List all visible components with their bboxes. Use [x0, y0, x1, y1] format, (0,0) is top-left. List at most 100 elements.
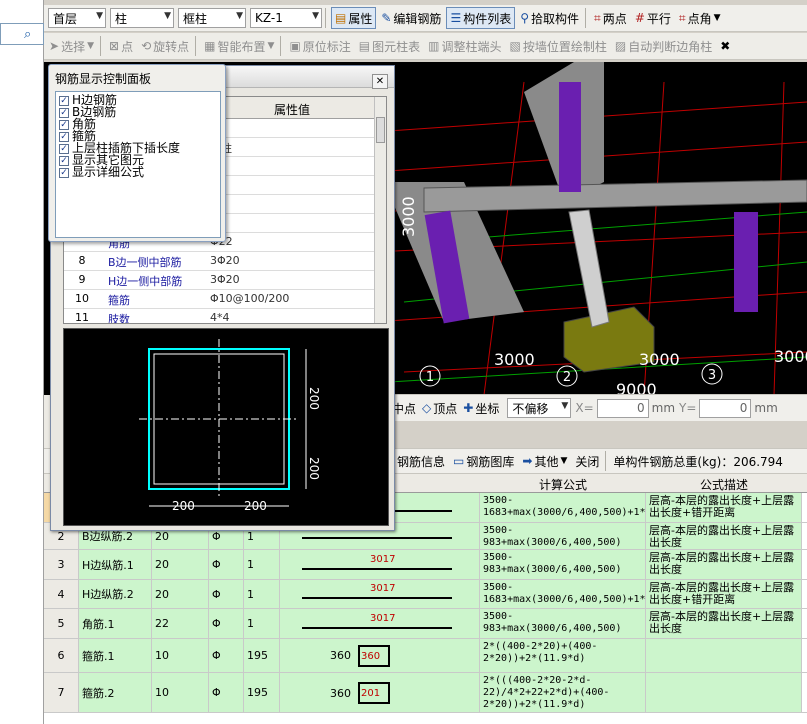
chevron-down-icon: ▼ [560, 456, 568, 466]
rebar-shape-length: 3017 [370, 613, 396, 624]
dim-label: 3000 [494, 350, 535, 369]
property-table-scrollbar[interactable] [374, 97, 386, 323]
close-icon: ✖ [720, 39, 731, 53]
offset-select[interactable]: 不偏移 ▼ [507, 398, 572, 418]
y-input[interactable]: 0 [699, 398, 752, 418]
adjust-column-end-button[interactable]: ▥ 调整柱端头 [425, 35, 504, 57]
midpoint-snap[interactable]: 中点 [392, 400, 416, 417]
option-detailed-formula[interactable]: ✓ 显示详细公式 [59, 165, 145, 179]
rebar-shape: 3017 [280, 609, 480, 638]
table-row[interactable]: 7 箍筋.2 10 Φ 195 360 201 2*(((400-2*20-2*… [44, 673, 807, 713]
element-select-value: KZ-1 [255, 11, 283, 25]
checkbox[interactable]: ✓ [59, 107, 69, 118]
table-row[interactable]: 9 H边一侧中部筋 3Φ20 [64, 271, 376, 290]
property-value: 3Φ20 [210, 273, 240, 286]
table-row[interactable]: 6 箍筋.1 10 Φ 195 360 360 2*((400-2*20)+(4… [44, 639, 807, 673]
close-toolbar-button[interactable]: ✖ [717, 35, 733, 57]
x-label: X= [575, 401, 594, 415]
vertex-snap[interactable]: 顶点 [433, 400, 457, 417]
checkbox[interactable]: ✓ [59, 143, 69, 154]
coordinate-snap[interactable]: 坐标 [475, 400, 499, 417]
rebar-shape-length: 360 [330, 687, 351, 700]
rebar-library-button[interactable]: ▭ 钢筋图库 [450, 450, 517, 472]
column-table-label: 图元柱表 [372, 39, 421, 54]
checkbox[interactable]: ✓ [59, 155, 69, 166]
floor-select[interactable]: 首层 ▼ [48, 8, 106, 28]
rebar-shape: 3017 [280, 580, 480, 608]
point-angle-button[interactable]: ⌗ 点角 ▼ [676, 7, 724, 29]
element-select[interactable]: KZ-1 ▼ [250, 8, 322, 28]
close-icon[interactable]: ✕ [372, 74, 388, 89]
row-number: 5 [44, 609, 79, 638]
table-row[interactable]: 11 肢数 4*4 [64, 309, 376, 323]
table-row[interactable]: 5 角筋.1 22 Φ 1 3017 3500-983+max(3000/6,4… [44, 609, 807, 639]
floor-select-value: 首层 [53, 11, 78, 26]
draw-by-wall-button[interactable]: ▧ 按墙位置绘制柱 [507, 35, 610, 57]
subtype-select[interactable]: 框柱 ▼ [178, 8, 246, 28]
rebar-shape-length: 3017 [370, 583, 396, 594]
category-select[interactable]: 柱 ▼ [110, 8, 174, 28]
property-value-header: 属性值 [274, 103, 311, 117]
left-panel-strip: ⌕ [0, 0, 44, 724]
option-label: 显示详细公式 [72, 165, 145, 179]
column-table-button[interactable]: ▤ 图元柱表 [356, 35, 423, 57]
toolbar-divider [325, 8, 326, 28]
table-row[interactable]: 3 H边纵筋.1 20 Φ 1 3017 3500-983+max(3000/6… [44, 550, 807, 580]
adjust-column-end-label: 调整柱端头 [441, 39, 502, 54]
checkbox[interactable]: ✓ [59, 167, 69, 178]
component-list-icon: ☰ [450, 11, 462, 25]
other-button[interactable]: ➡ 其他 ▼ [519, 450, 570, 472]
parallel-button[interactable]: # 平行 [632, 7, 674, 29]
component-list-button[interactable]: ☰ 构件列表 [446, 7, 516, 29]
dim-label: 3000 [399, 196, 418, 237]
rotate-icon: ⟲ [141, 39, 152, 53]
y-label: Y= [679, 401, 697, 415]
auto-corner-button[interactable]: ▨ 自动判断边角柱 [612, 35, 715, 57]
table-row[interactable]: 4 H边纵筋.2 20 Φ 1 3017 3500-1683+max(3000/… [44, 580, 807, 609]
rebar-description: 层高-本层的露出长度+上层露出长度+错开距离 [646, 580, 802, 608]
other-label: 其他 [534, 454, 559, 469]
rebar-name: 箍筋.1 [79, 639, 152, 672]
checkbox[interactable]: ✓ [59, 95, 69, 106]
rebar-diameter: 20 [152, 550, 209, 579]
row-number: 6 [44, 639, 79, 672]
dim-label: 200 [172, 499, 195, 513]
rebar-description: 层高-本层的露出长度+上层露出长度+错开距离 [646, 493, 802, 522]
checkbox[interactable]: ✓ [59, 131, 69, 142]
beam [423, 179, 807, 213]
stirrup-dim: 360 [361, 651, 381, 662]
x-input[interactable]: 0 [596, 398, 649, 418]
pick-component-button[interactable]: ⚲ 拾取构件 [517, 7, 582, 29]
dim-label: 200 [244, 499, 267, 513]
select-button[interactable]: ➤ 选择 ▼ [46, 35, 97, 57]
checkbox[interactable]: ✓ [59, 119, 69, 130]
inplace-annotate-button[interactable]: ▣ 原位标注 [286, 35, 353, 57]
table-row[interactable]: 10 箍筋 Φ10@100/200 [64, 290, 376, 309]
left-search-input[interactable] [0, 23, 44, 45]
two-point-button[interactable]: ⌗ 两点 [591, 7, 630, 29]
edit-rebar-button[interactable]: ✎ 编辑钢筋 [378, 7, 444, 29]
scrollbar-thumb[interactable] [376, 117, 385, 143]
rebar-type: 195 [244, 639, 280, 672]
rebar-info-button[interactable]: 钢筋信息 [394, 450, 448, 472]
corner-icon: ▨ [614, 39, 627, 53]
search-icon[interactable]: ⌕ [24, 27, 31, 42]
annotate-icon: ▣ [289, 39, 301, 53]
rebar-formula: 3500-983+max(3000/6,400,500) [480, 609, 646, 638]
rebar-info-label: 钢筋信息 [397, 454, 446, 469]
properties-button[interactable]: ▤ 属性 [331, 7, 377, 29]
column-right [734, 212, 758, 312]
smart-layout-button[interactable]: ▦ 智能布置 ▼ [201, 35, 277, 57]
rebar-name: 箍筋.2 [79, 673, 152, 712]
rebar-diameter: 22 [152, 609, 209, 638]
close-grid-button[interactable]: 关闭 [572, 450, 602, 472]
category-select-value: 柱 [115, 11, 128, 26]
table-row[interactable]: 8 B边一侧中部筋 3Φ20 [64, 252, 376, 271]
point-button[interactable]: ⊠ 点 [106, 35, 136, 57]
smart-layout-label: 智能布置 [217, 39, 266, 54]
chevron-down-icon: ▼ [312, 11, 319, 21]
rebar-shape: 360 360 [280, 639, 480, 672]
rotate-point-button[interactable]: ⟲ 旋转点 [138, 35, 192, 57]
smart-layout-icon: ▦ [204, 39, 216, 53]
rebar-shape-line [302, 537, 452, 539]
